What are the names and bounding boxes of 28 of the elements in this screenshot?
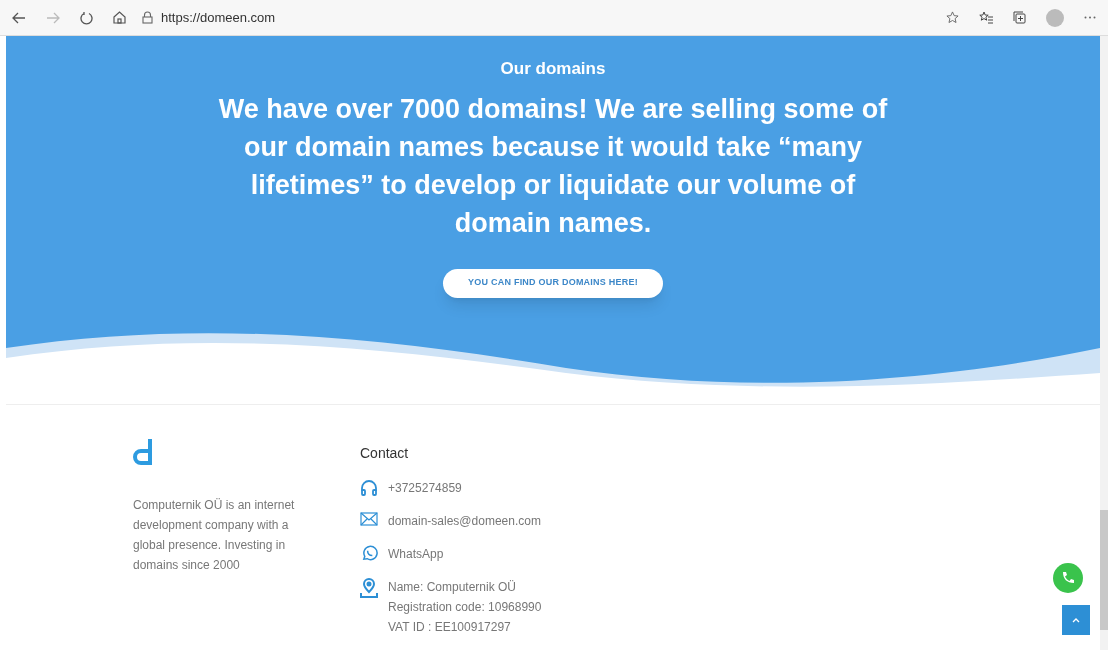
contact-text: Registration code: 10968990	[388, 599, 542, 616]
contact-text[interactable]: +3725274859	[388, 478, 462, 498]
caret-up-icon	[1072, 617, 1080, 623]
phone-icon	[1060, 570, 1076, 586]
contact-text[interactable]: WhatsApp	[388, 544, 444, 564]
refresh-icon[interactable]	[80, 10, 93, 25]
address-bar[interactable]: https://domeen.com	[142, 7, 276, 28]
more-icon[interactable]	[1084, 16, 1096, 19]
company-description: Computernik OÜ is an internet development company with a global presence. Investing in domains since 2000	[133, 497, 296, 574]
section-eyebrow: Our domains	[500, 58, 606, 80]
contact-heading: Contact	[360, 444, 410, 463]
collections-icon[interactable]	[1013, 11, 1026, 24]
find-domains-button[interactable]: YOU CAN FIND OUR DOMAINS HERE!	[443, 268, 663, 298]
lock-icon	[142, 11, 153, 24]
contact-text: Name: Computernik OÜ	[388, 579, 518, 596]
star-icon[interactable]	[946, 11, 959, 24]
contact-text: VAT ID : EE100917297	[388, 619, 512, 636]
logo-icon	[133, 439, 153, 465]
home-icon[interactable]	[113, 11, 126, 24]
contact-text[interactable]: domain-sales@domeen.com	[388, 511, 541, 531]
favorites-icon[interactable]	[979, 11, 993, 24]
back-arrow-icon[interactable]	[12, 11, 26, 24]
scrollbar[interactable]	[1100, 36, 1108, 650]
envelope-icon	[360, 512, 378, 526]
hero-heading: We have over 7000 domains! We are selling some of our domain names because it would take “many lifetimes” to develop or liquidate our volume of domain names.	[217, 92, 889, 240]
chat-phone-icon	[360, 545, 378, 562]
location-pin-icon	[360, 578, 378, 598]
headset-icon	[360, 479, 378, 497]
